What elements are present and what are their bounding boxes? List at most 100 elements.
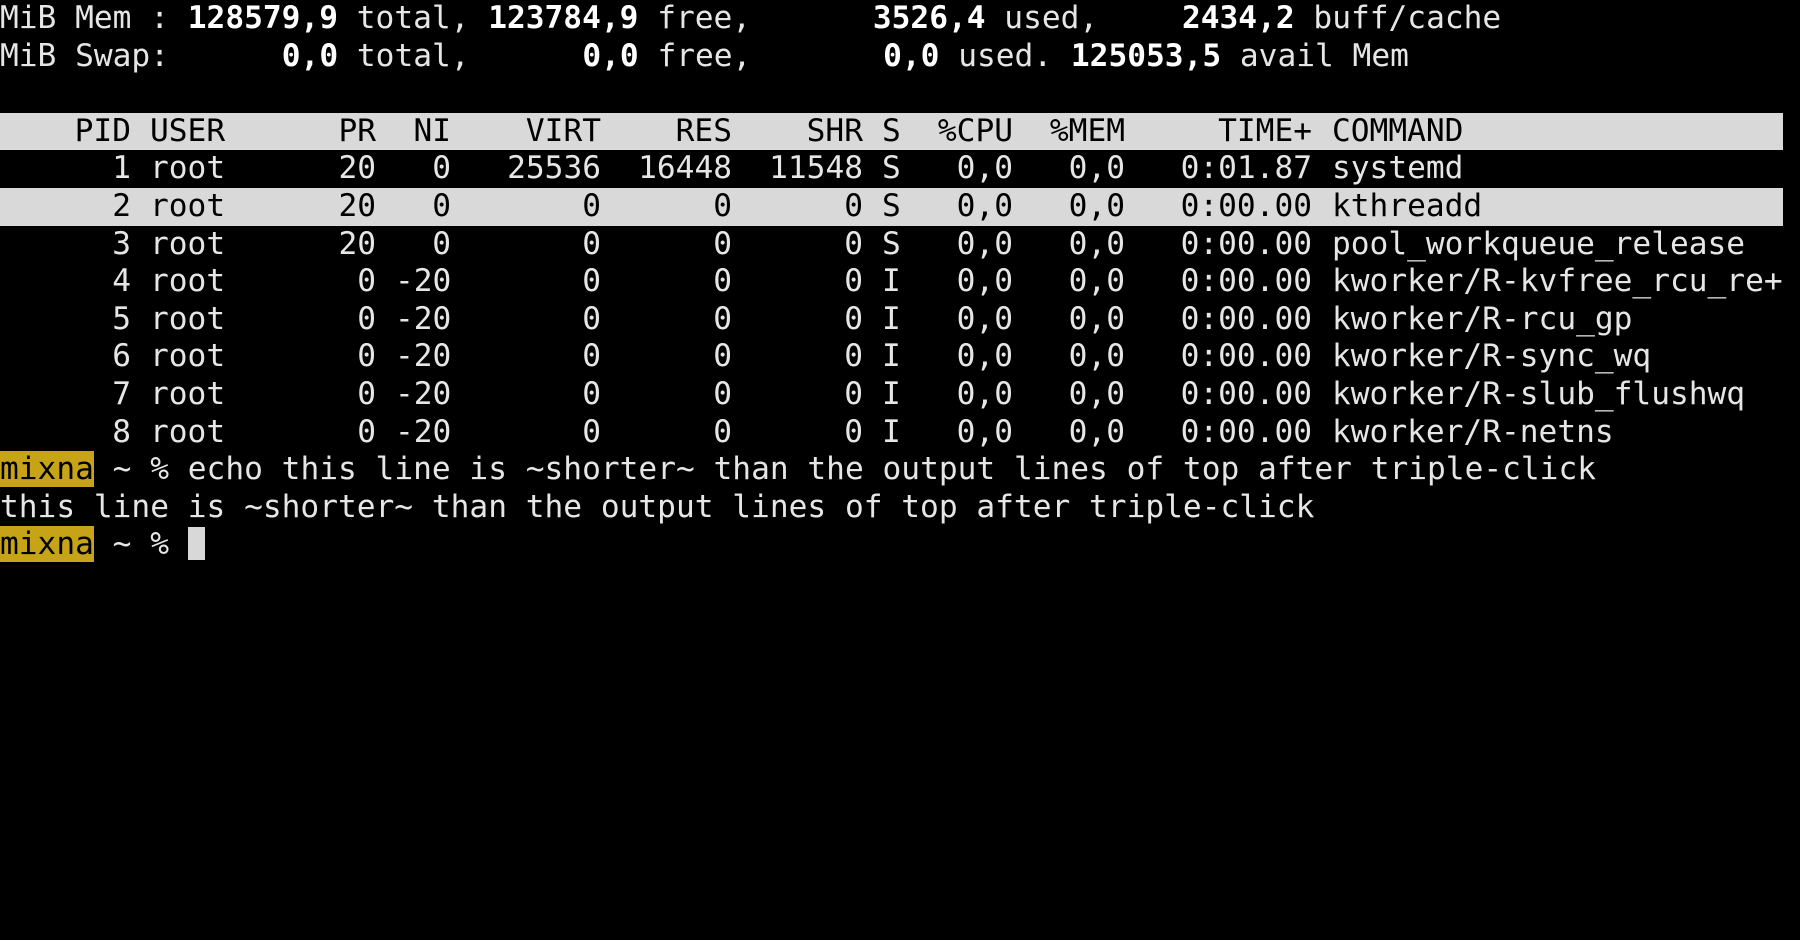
- table-row[interactable]: 5 root 0 -20 0 0 0 I 0,0 0,0 0:00.00 kwo…: [0, 301, 1783, 339]
- prompt-user: mixna: [0, 526, 94, 563]
- cell-user: root: [150, 188, 226, 224]
- col-header-ni[interactable]: NI: [395, 113, 451, 151]
- cell-command: kworker/R-kvfree_rcu_re+: [1332, 263, 1783, 300]
- cell-ni: -20: [395, 338, 452, 375]
- cell-pr: 20: [338, 150, 376, 187]
- cell-shr: 11548: [769, 150, 863, 187]
- col-header-s[interactable]: S: [882, 113, 901, 151]
- cell-cpu: 0,0: [956, 225, 1013, 262]
- cell-res: 0: [713, 188, 732, 224]
- cell-pid: 5: [112, 300, 131, 337]
- table-row[interactable]: 7 root 0 -20 0 0 0 I 0,0 0,0 0:00.00 kwo…: [0, 376, 1783, 414]
- cell-res: 0: [713, 263, 732, 300]
- cell-state: I: [882, 300, 901, 337]
- cell-time: 0:00.00: [1180, 338, 1312, 375]
- cell-virt: 0: [582, 188, 601, 224]
- cell-res: 0: [713, 413, 732, 450]
- process-table-header: PID USER PR NI VIRT RES SHR S %CPU %MEM …: [0, 112, 1783, 151]
- cell-cpu: 0,0: [956, 150, 1013, 187]
- cell-mem: 0,0: [1068, 376, 1125, 412]
- col-header-time[interactable]: TIME+: [1144, 113, 1312, 151]
- col-header-pr[interactable]: PR: [300, 113, 376, 151]
- col-header-mem[interactable]: %MEM: [1032, 113, 1125, 151]
- cell-state: S: [882, 188, 901, 224]
- swap-used-label: used.: [939, 37, 1071, 74]
- mem-total-label: total,: [337, 0, 489, 36]
- col-header-pid[interactable]: PID: [0, 113, 131, 151]
- cell-state: I: [882, 413, 901, 450]
- col-header-command[interactable]: COMMAND: [1332, 113, 1463, 151]
- cell-pid: 3: [112, 225, 131, 262]
- table-row[interactable]: 6 root 0 -20 0 0 0 I 0,0 0,0 0:00.00 kwo…: [0, 338, 1783, 376]
- cell-command: kworker/R-sync_wq: [1332, 338, 1652, 375]
- cell-ni: -20: [395, 413, 452, 450]
- cell-time: 0:00.00: [1180, 225, 1312, 262]
- col-header-shr[interactable]: SHR: [751, 113, 863, 151]
- cell-shr: 0: [844, 376, 863, 412]
- table-row[interactable]: 8 root 0 -20 0 0 0 I 0,0 0,0 0:00.00 kwo…: [0, 414, 1783, 452]
- cell-command: systemd: [1332, 150, 1464, 187]
- cell-ni: 0: [432, 150, 451, 187]
- mem-prefix: MiB Mem :: [0, 0, 188, 36]
- cell-command: kworker/R-rcu_gp: [1332, 300, 1633, 337]
- cell-user: root: [150, 150, 226, 187]
- cell-cpu: 0,0: [956, 188, 1013, 224]
- table-row[interactable]: 4 root 0 -20 0 0 0 I 0,0 0,0 0:00.00 kwo…: [0, 263, 1783, 301]
- cell-state: I: [882, 338, 901, 375]
- shell-current-prompt[interactable]: mixna ~ %: [0, 526, 205, 564]
- cell-cpu: 0,0: [956, 338, 1013, 375]
- cell-virt: 0: [582, 225, 601, 262]
- mem-summary-line: MiB Mem : 128579,9 total, 123784,9 free,…: [0, 0, 1501, 38]
- cell-time: 0:00.00: [1180, 263, 1312, 300]
- prompt-symbol: ~ %: [93, 451, 188, 488]
- col-header-cpu[interactable]: %CPU: [920, 113, 1013, 151]
- shell-command-line[interactable]: mixna ~ % echo this line is ~shorter~ th…: [0, 451, 1596, 489]
- prompt-symbol: ~ %: [93, 526, 188, 563]
- cell-command: kthreadd: [1332, 188, 1483, 224]
- cell-pid: 8: [112, 413, 131, 450]
- table-row[interactable]: 3 root 20 0 0 0 0 S 0,0 0,0 0:00.00 pool…: [0, 226, 1783, 264]
- terminal-window[interactable]: MiB Mem : 128579,9 total, 123784,9 free,…: [0, 0, 1800, 563]
- cell-state: I: [882, 376, 901, 412]
- cell-pr: 0: [357, 413, 376, 450]
- swap-prefix: MiB Swap:: [0, 37, 188, 74]
- cell-virt: 0: [582, 300, 601, 337]
- cell-state: S: [882, 150, 901, 187]
- cell-pid: 6: [112, 338, 131, 375]
- cell-mem: 0,0: [1068, 150, 1125, 187]
- cell-time: 0:00.00: [1180, 188, 1312, 224]
- cell-time: 0:01.87: [1180, 150, 1312, 187]
- cell-res: 0: [713, 300, 732, 337]
- text-cursor[interactable]: [187, 527, 205, 561]
- cell-pr: 0: [357, 338, 376, 375]
- swap-avail: 125053,5: [1070, 37, 1222, 74]
- cell-time: 0:00.00: [1180, 413, 1312, 450]
- cell-res: 0: [713, 225, 732, 262]
- table-row-selected[interactable]: 2 root 20 0 0 0 0 S 0,0 0,0 0:00.00 kthr…: [0, 188, 1783, 226]
- cell-pr: 0: [357, 376, 376, 412]
- cell-user: root: [150, 225, 226, 262]
- cell-user: root: [150, 413, 226, 450]
- cell-time: 0:00.00: [1180, 376, 1312, 412]
- shell-command: echo this line is ~shorter~ than the out…: [187, 451, 1597, 488]
- cell-user: root: [150, 376, 226, 412]
- swap-free-label: free,: [638, 37, 771, 74]
- cell-user: root: [150, 263, 226, 300]
- swap-free: 0,0: [582, 37, 639, 74]
- table-row[interactable]: 1 root 20 0 25536 16448 11548 S 0,0 0,0 …: [0, 150, 1783, 188]
- shell-output-line: this line is ~shorter~ than the output l…: [0, 489, 1314, 527]
- mem-buff: 2434,2: [1181, 0, 1295, 36]
- col-header-virt[interactable]: VIRT: [470, 113, 601, 151]
- cell-pr: 0: [357, 263, 376, 300]
- cell-mem: 0,0: [1068, 225, 1125, 262]
- mem-free-label: free,: [638, 0, 770, 36]
- cell-ni: -20: [395, 263, 452, 300]
- mem-used: 3526,4: [872, 0, 986, 36]
- col-header-res[interactable]: RES: [620, 113, 732, 151]
- prompt-user: mixna: [0, 451, 94, 488]
- col-header-user[interactable]: USER: [150, 113, 225, 151]
- cell-shr: 0: [844, 188, 863, 224]
- cell-pid: 7: [112, 376, 131, 412]
- cell-command: kworker/R-slub_flushwq: [1332, 376, 1746, 412]
- cell-pid: 4: [112, 263, 131, 300]
